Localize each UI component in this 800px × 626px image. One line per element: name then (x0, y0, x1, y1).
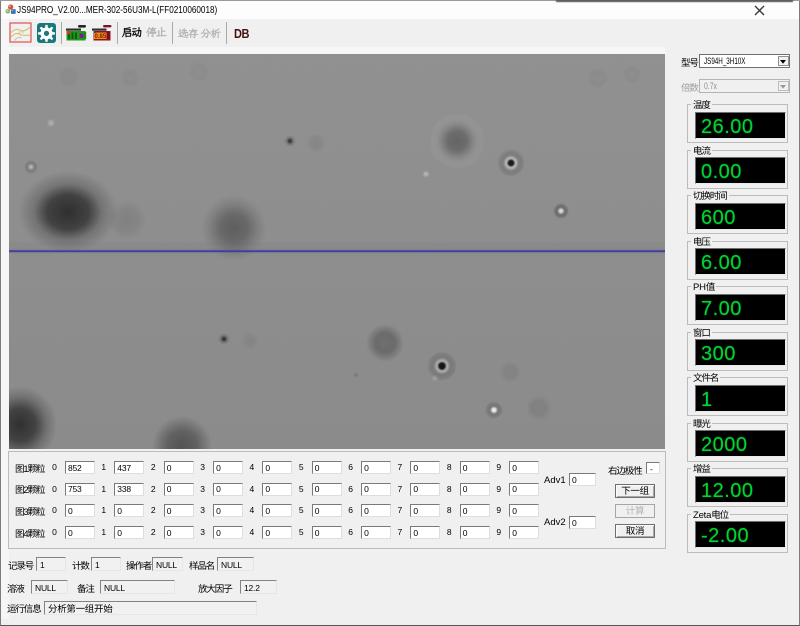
svg-text:0.85: 0.85 (95, 34, 107, 40)
